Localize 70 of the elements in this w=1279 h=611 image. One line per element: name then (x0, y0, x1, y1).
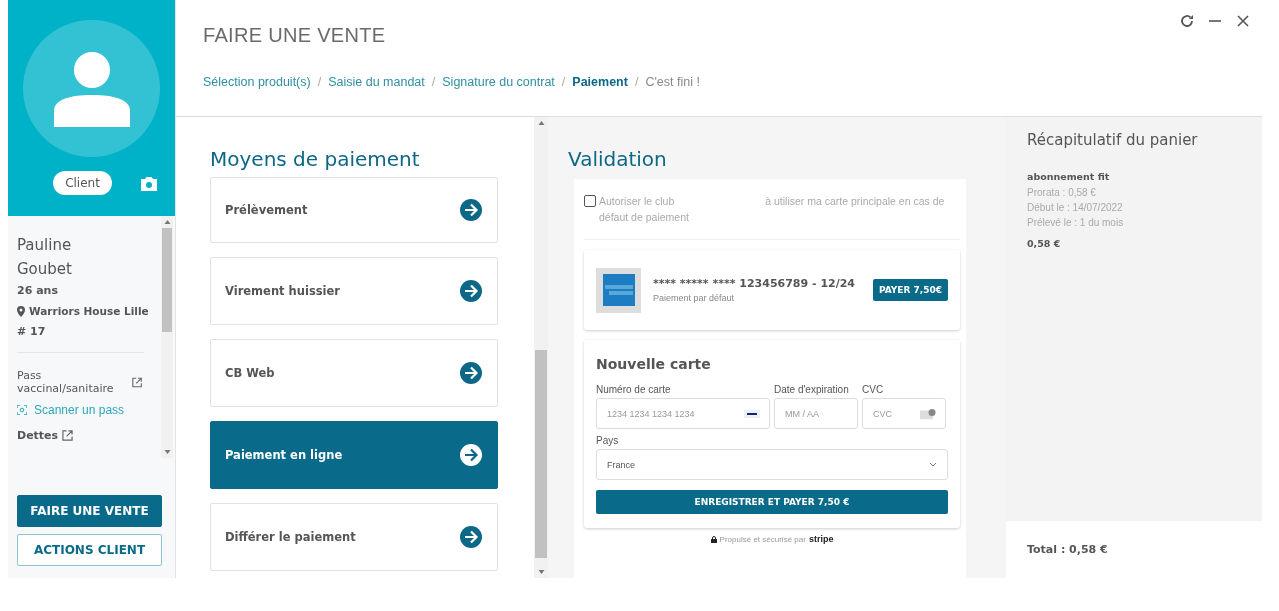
lock-icon (710, 535, 717, 543)
cart-item-detail: Prélevé le : 1 du mois (1027, 217, 1125, 228)
breadcrumb-step[interactable]: Signature du contrat (442, 75, 555, 89)
client-badge: Client (53, 171, 112, 195)
sale-button[interactable]: FAIRE UNE VENTE (17, 495, 162, 527)
payment-method-card[interactable]: CB Web (210, 339, 498, 407)
new-card-title: Nouvelle carte (596, 356, 712, 372)
client-number: # 17 (17, 325, 47, 338)
payment-method-card[interactable]: Virement huissier (210, 257, 498, 325)
arrow-right-icon (459, 525, 483, 549)
card-back-icon (920, 408, 936, 419)
breadcrumb-separator: / (634, 75, 639, 89)
cart-item-price: 0,58 € (1027, 238, 1062, 249)
payment-method-card[interactable]: Prélèvement (210, 177, 498, 243)
card-logo-icon (596, 267, 641, 313)
card-number-field[interactable]: 1234 1234 1234 1234 (596, 398, 770, 429)
breadcrumb-separator: / (317, 75, 322, 89)
save-and-pay-button[interactable]: ENREGISTRER ET PAYER 7,50 € (596, 490, 948, 514)
external-link-icon[interactable] (62, 430, 74, 441)
provider-logo: stripe (808, 534, 834, 544)
card-note: Paiement par défaut (653, 293, 736, 303)
arrow-right-icon (459, 279, 483, 303)
debts-label: Dettes (17, 429, 59, 442)
field-label: Numéro de carte (596, 384, 672, 395)
payment-method-card[interactable]: Différer le paiement (210, 503, 498, 571)
cart-title: Récapitulatif du panier (1027, 131, 1199, 149)
scan-icon (17, 405, 27, 415)
client-last-name: Goubet (17, 260, 73, 278)
location-pin-icon (17, 305, 25, 317)
section-title: Moyens de paiement (210, 147, 421, 171)
pay-button[interactable]: PAYER 7,50€ (872, 279, 948, 301)
client-first-name: Pauline (17, 236, 73, 254)
external-link-icon[interactable] (131, 376, 142, 388)
breadcrumb-step: C'est fini ! (645, 75, 700, 89)
breadcrumb-separator: / (431, 75, 436, 89)
card-number: **** ***** **** 123456789 - 12/24 (653, 277, 855, 290)
client-actions-button[interactable]: ACTIONS CLIENT (17, 534, 162, 566)
consent-text: Autoriser le club à utiliser ma carte principale en cas de défaut de paiement (599, 194, 946, 225)
scrollbar[interactable] (534, 117, 548, 578)
cart-item-name: abonnement fit (1027, 171, 1111, 182)
page-title: FAIRE UNE VENTE (203, 24, 387, 47)
card-brand-icon (744, 409, 760, 418)
cvc-field[interactable]: CVC (862, 398, 946, 429)
arrow-right-icon (459, 443, 483, 467)
scrollbar[interactable] (161, 216, 173, 458)
cart-item-detail: Prorata : 0,58 € (1027, 187, 1097, 198)
refresh-icon[interactable] (1180, 14, 1194, 28)
breadcrumb-step[interactable]: Saisie du mandat (328, 75, 425, 89)
arrow-right-icon (459, 361, 483, 385)
field-label: CVC (862, 384, 885, 395)
pass-label: Pass vaccinal/sanitaire (17, 369, 115, 395)
client-age: 26 ans (17, 284, 59, 297)
cart-total: Total : 0,58 € (1026, 542, 1109, 558)
cart-item-detail: Début le : 14/07/2022 (1027, 202, 1124, 213)
section-title: Validation (568, 147, 668, 171)
camera-icon[interactable] (139, 175, 158, 191)
breadcrumb-step[interactable]: Sélection produit(s) (203, 75, 311, 89)
arrow-right-icon (459, 198, 483, 222)
club-name: Warriors House Lille (29, 305, 149, 317)
payment-method-card[interactable]: Paiement en ligne (210, 421, 498, 489)
breadcrumb-separator: / (561, 75, 566, 89)
country-select[interactable]: France (596, 449, 948, 480)
close-icon[interactable] (1236, 14, 1250, 28)
chevron-down-icon (929, 462, 937, 467)
field-label: Date d'expiration (774, 384, 850, 395)
powered-by-text: Propulsé et sécurisé par (719, 534, 806, 544)
consent-checkbox[interactable] (584, 195, 596, 207)
expiry-field[interactable]: MM / AA (774, 398, 858, 429)
field-label: Pays (596, 435, 620, 446)
breadcrumb-step: Paiement (572, 75, 628, 89)
